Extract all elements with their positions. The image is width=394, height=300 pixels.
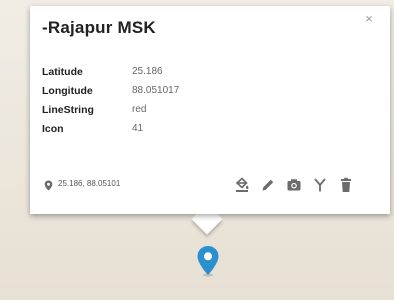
trash-icon[interactable] [338, 177, 354, 193]
paint-bucket-icon[interactable] [234, 177, 250, 193]
property-key: LineString [42, 104, 94, 116]
location-pin-icon [44, 180, 53, 191]
popup-pointer-cover [30, 196, 390, 214]
property-row-icon: Icon 41 [42, 123, 242, 142]
properties-list: Latitude 25.186 Longitude 88.051017 Line… [42, 66, 242, 142]
feature-coordinates: 25.186, 88.05101 [58, 179, 121, 188]
map-marker-icon[interactable] [196, 245, 220, 277]
property-value: 41 [132, 123, 144, 134]
property-key: Icon [42, 123, 64, 135]
pencil-icon[interactable] [260, 177, 276, 193]
property-row-latitude: Latitude 25.186 [42, 66, 242, 85]
popup-actions [234, 177, 364, 193]
property-value: 88.051017 [132, 85, 180, 96]
route-icon[interactable] [312, 177, 328, 193]
close-icon[interactable]: × [362, 12, 376, 26]
property-row-linestring: LineString red [42, 104, 242, 123]
camera-icon[interactable] [286, 177, 302, 193]
property-value: red [132, 104, 147, 115]
popup-title: -Rajapur MSK [42, 18, 156, 37]
property-key: Latitude [42, 66, 83, 78]
property-row-longitude: Longitude 88.051017 [42, 85, 242, 104]
property-value: 25.186 [132, 66, 163, 77]
property-key: Longitude [42, 85, 93, 97]
